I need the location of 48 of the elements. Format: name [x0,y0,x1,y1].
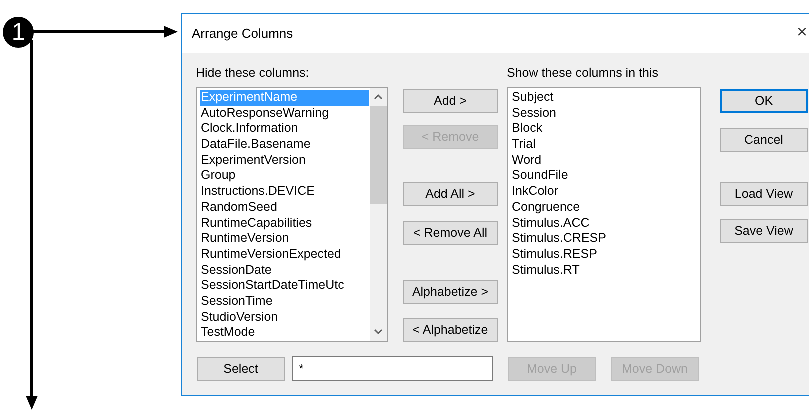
dialog-button[interactable]: Save View [720,219,808,243]
select-button[interactable]: Select [197,357,285,381]
scroll-down-icon[interactable] [374,329,383,335]
list-item[interactable]: Stimulus.ACC [511,216,699,232]
transfer-button[interactable]: Alphabetize > [403,280,498,304]
list-item[interactable]: RandomSeed [200,200,369,216]
list-item[interactable]: Group [200,168,369,184]
list-item[interactable]: ExperimentVersion [200,152,369,168]
list-item[interactable]: SoundFile [511,168,699,184]
transfer-button[interactable]: < Remove All [403,221,498,245]
list-item[interactable]: Stimulus.RESP [511,246,699,263]
list-item[interactable]: SessionTime [200,294,369,310]
hidden-columns-list[interactable] [196,87,388,342]
close-button[interactable]: × [797,22,808,42]
list-item[interactable]: Stimulus.RT [511,262,699,278]
list-item[interactable]: Trial [511,137,699,153]
list-item[interactable]: Stimulus.CRESP [511,231,699,247]
list-item[interactable]: RuntimeVersion [200,231,369,247]
scroll-up-icon[interactable] [374,94,383,100]
transfer-button[interactable]: Add All > [403,182,498,206]
list-item[interactable]: TestMode [200,325,369,341]
dialog-button[interactable]: Cancel [720,128,808,152]
list-item[interactable]: SessionStartDateTimeUtc [200,278,369,294]
list-item[interactable]: DataFile.Basename [200,137,369,153]
list-label: Hide these columns: [196,66,310,82]
filter-field[interactable]: * [292,356,493,381]
list-item[interactable]: Congruence [511,200,699,216]
list-item[interactable]: Block [511,121,699,138]
transfer-button[interactable]: < Alphabetize [403,318,498,342]
list-item[interactable]: StudioVersion [200,310,369,326]
transfer-button[interactable]: Add > [403,89,498,113]
list-item[interactable]: AutoResponseWarning [200,106,369,122]
list-label: Show these columns in this [507,66,660,82]
list-item[interactable]: Session [511,106,699,122]
list-item[interactable]: RuntimeVersionExpected [200,246,369,263]
window-title: Arrange Columns [192,26,294,41]
dialog-button[interactable]: OK [720,89,808,113]
list-item[interactable]: RuntimeCapabilities [200,216,369,232]
dialog-button[interactable]: Load View [720,182,808,206]
shown-columns-list[interactable]: Subject Session Block Trial Word SoundFile InkColor Congruence Stimulus.ACC Stimulus.CRESP Stimulus.RESP Stimulus.RT [507,87,701,342]
step-badge: 1 [3,17,34,48]
list-item[interactable]: Word [511,152,699,168]
list-item[interactable]: Subject [511,90,699,106]
list-item[interactable]: InkColor [511,184,699,200]
list-item[interactable]: Clock.Information [200,121,369,138]
list-item[interactable]: SessionDate [200,262,369,278]
scrollbar[interactable] [370,88,387,341]
list-item[interactable]: Instructions.DEVICE [200,184,369,200]
